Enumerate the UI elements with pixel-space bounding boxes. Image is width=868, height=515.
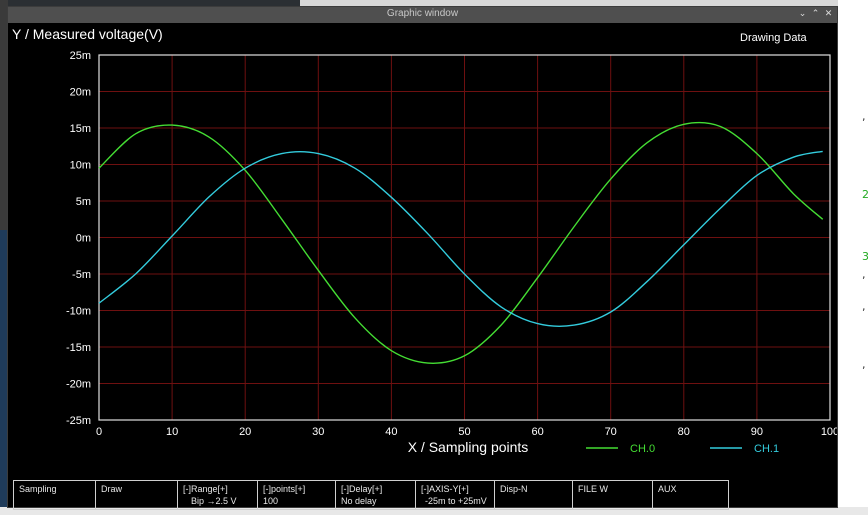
axis-y-value: -25m to +25mV xyxy=(425,496,487,506)
file-w-button[interactable]: FILE W xyxy=(573,481,653,509)
sampling-label: Sampling xyxy=(19,484,57,494)
range-button[interactable]: [-]Range[+] Bip →2.5 V xyxy=(178,481,258,509)
background-glyph: , xyxy=(862,358,866,371)
background-glyph: , xyxy=(862,110,866,123)
points-value: 100 xyxy=(263,496,279,506)
close-icon[interactable]: ✕ xyxy=(823,9,834,20)
background-glyph: 2 xyxy=(862,188,868,201)
plot-area: 25m 20m 15m 10m 5m 0m -5m -10m -15m -20m -25m 0 10 2… xyxy=(8,23,837,478)
x-tick-label: 10 xyxy=(166,426,178,438)
delay-value: No delay xyxy=(341,496,377,506)
points-label: [-]points[+] xyxy=(263,484,306,494)
window-titlebar[interactable]: Graphic window ⌄ ⌃ ✕ xyxy=(8,7,837,23)
x-tick-label: 40 xyxy=(385,426,397,438)
points-button[interactable]: [-]points[+] 100 xyxy=(258,481,336,509)
maximize-icon[interactable]: ⌃ xyxy=(810,9,821,20)
delay-label: [-]Delay[+] xyxy=(341,484,383,494)
y-tick-label: -5m xyxy=(72,269,91,281)
y-tick-label: -25m xyxy=(66,415,91,427)
y-tick-label: 10m xyxy=(70,160,91,172)
delay-button[interactable]: [-]Delay[+] No delay xyxy=(336,481,416,509)
x-tick-label: 70 xyxy=(605,426,617,438)
y-tick-label: 25m xyxy=(70,50,91,62)
minimize-icon[interactable]: ⌄ xyxy=(797,9,808,20)
y-tick-label: -10m xyxy=(66,306,91,318)
y-axis-title: Y / Measured voltage(V) xyxy=(12,26,163,42)
x-tick-label: 50 xyxy=(458,426,470,438)
legend-label-ch0: CH.0 xyxy=(630,443,655,455)
y-tick-label: 0m xyxy=(76,233,91,245)
x-tick-label: 30 xyxy=(312,426,324,438)
disp-n-button[interactable]: Disp-N xyxy=(495,481,573,509)
range-value: Bip →2.5 V xyxy=(191,496,237,506)
x-axis-title: X / Sampling points xyxy=(408,439,529,455)
background-right-editor: , 2 3 , , , xyxy=(838,0,868,515)
y-tick-label: 5m xyxy=(76,196,91,208)
graphic-window: Graphic window ⌄ ⌃ ✕ 25m 20m 15m 10m 5m 0m -5m… xyxy=(7,6,838,510)
draw-label: Draw xyxy=(101,484,123,494)
window-title: Graphic window xyxy=(386,8,459,19)
aux-label: AUX xyxy=(658,484,677,494)
file-w-label: FILE W xyxy=(578,484,609,494)
x-tick-label: 0 xyxy=(96,426,102,438)
drawing-data-label: Drawing Data xyxy=(740,32,808,44)
y-tick-label: 20m xyxy=(70,87,91,99)
draw-button[interactable]: Draw xyxy=(96,481,178,509)
disp-n-label: Disp-N xyxy=(500,484,528,494)
background-glyph: , xyxy=(862,268,866,281)
sampling-button[interactable]: Sampling xyxy=(14,481,96,509)
x-tick-label: 100 xyxy=(821,426,837,438)
y-tick-label: -20m xyxy=(66,379,91,391)
y-tick-label: 15m xyxy=(70,123,91,135)
axis-y-label: [-]AXIS-Y[+] xyxy=(421,484,469,494)
y-tick-label: -15m xyxy=(66,342,91,354)
x-tick-label: 90 xyxy=(751,426,763,438)
range-label: [-]Range[+] xyxy=(183,484,228,494)
background-glyph: 3 xyxy=(862,250,868,263)
x-tick-label: 60 xyxy=(531,426,543,438)
x-tick-label: 80 xyxy=(678,426,690,438)
legend-label-ch1: CH.1 xyxy=(754,443,779,455)
aux-button[interactable]: AUX xyxy=(653,481,728,509)
background-glyph: , xyxy=(862,300,866,313)
x-tick-label: 20 xyxy=(239,426,251,438)
axis-y-button[interactable]: [-]AXIS-Y[+] -25m to +25mV xyxy=(416,481,495,509)
control-panel: Sampling Draw [-]Range[+] Bip →2.5 V [-]p… xyxy=(13,480,729,510)
